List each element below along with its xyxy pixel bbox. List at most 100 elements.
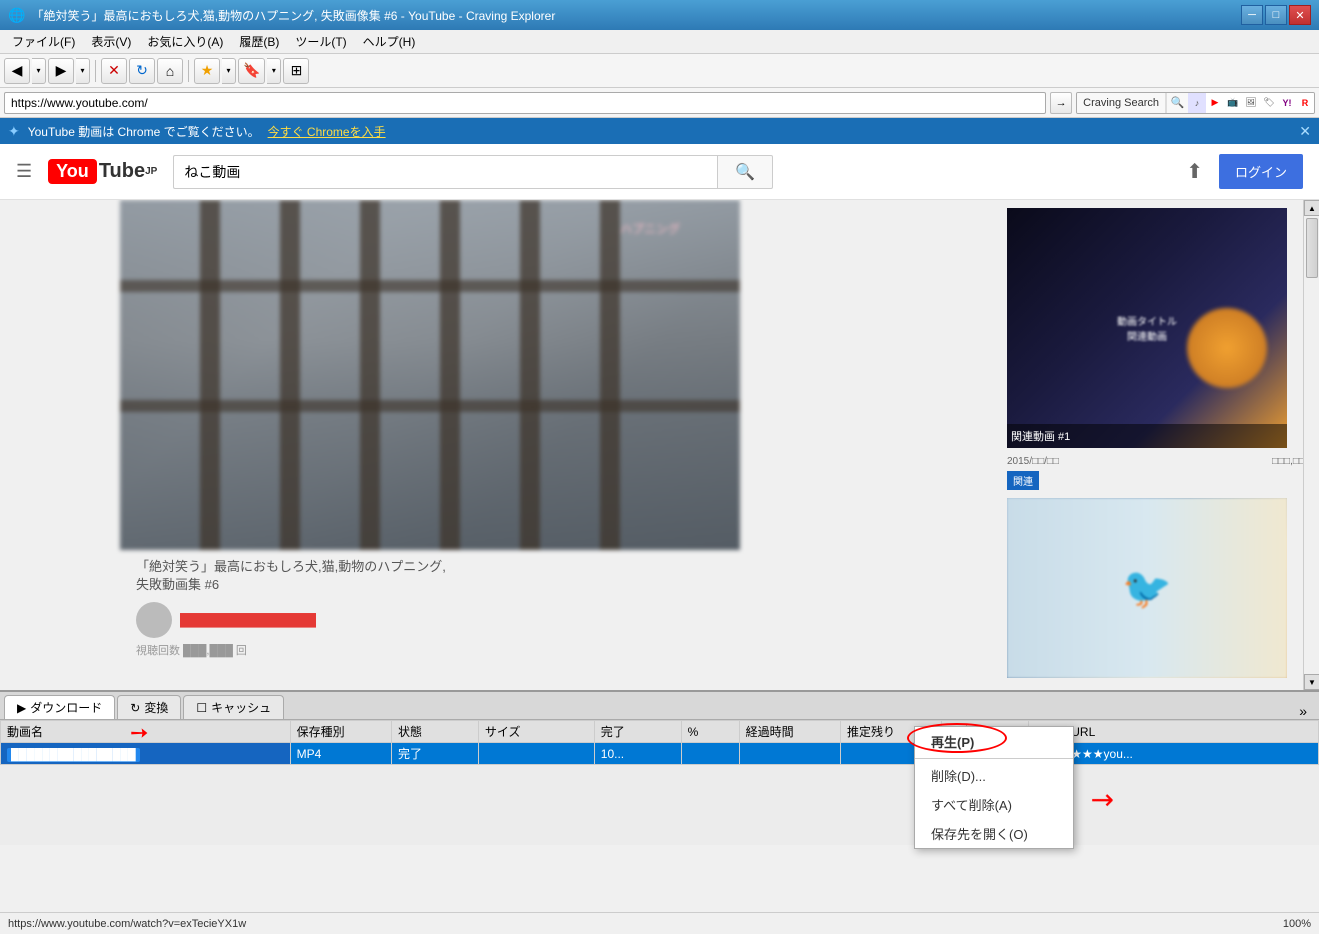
scroll-down-arrow[interactable]: ▼ [1304,674,1319,690]
close-button[interactable]: ✕ [1289,5,1311,25]
video-overlay-text: ハプニング [620,220,680,237]
menu-favorites[interactable]: お気に入り(A) [139,31,231,52]
home-button[interactable]: ⌂ [157,58,183,84]
header-row: 動画名 保存種別 状態 サイズ 完了 % 経過時間 推定残り 速度 サイトURL [1,721,1319,743]
window-title: 「絶対笑う」最高におもしろ犬,猫,動物のハプニング, 失敗画像集 #6 - Yo… [31,7,1241,24]
search-icon-tag[interactable]: 🏷 [1260,92,1278,114]
back-dropdown[interactable]: ▾ [32,58,46,84]
video-title-line2: 失敗動画集 #6 [136,576,983,594]
menu-tools[interactable]: ツール(T) [287,31,354,52]
favorites-dropdown[interactable]: ▾ [222,58,236,84]
statusbar: https://www.youtube.com/watch?v=exTecieY… [0,912,1319,934]
search-icon-magnify[interactable]: 🔍 [1166,92,1188,114]
context-menu-open-folder[interactable]: 保存先を開く(O) [915,819,1073,848]
yt-search-input[interactable] [173,155,717,189]
bookmark-button[interactable]: 🔖 [238,58,265,84]
minimize-button[interactable]: ─ [1241,5,1263,25]
menu-history[interactable]: 履歴(B) [231,31,287,52]
download-table-body: ████████████████ MP4 完了 10... https://★★… [1,743,1319,765]
search-icon-yahoo[interactable]: Y! [1278,92,1296,114]
search-icon-rakuten[interactable]: R [1296,92,1314,114]
video-stats: 視聴回数 ███,███ 回 [136,642,983,658]
context-menu-delete-all[interactable]: すべて削除(A) [915,790,1073,819]
search-icon-music[interactable]: ♪ [1188,92,1206,114]
stop-button[interactable]: ✕ [101,58,127,84]
tab-download-icon: ▶ [17,701,26,715]
addressbar: → Craving Search 🔍 ♪ ▶ 📺 🖼 🏷 Y! R [0,88,1319,118]
download-table-container: 動画名 保存種別 状態 サイズ 完了 % 経過時間 推定残り 速度 サイトURL… [0,720,1319,820]
download-row-1[interactable]: ████████████████ MP4 完了 10... https://★★… [1,743,1319,765]
tab-cache-label: キャッシュ [211,699,271,716]
favorites-button[interactable]: ★ [194,58,220,84]
menu-view[interactable]: 表示(V) [83,31,139,52]
download-table-header: 動画名 保存種別 状態 サイズ 完了 % 経過時間 推定残り 速度 サイトURL [1,721,1319,743]
context-menu-play[interactable]: 再生(P) [915,727,1073,756]
search-icon-youtube[interactable]: ▶ [1206,92,1224,114]
sidebar-thumb-2[interactable]: 🐦 [1007,498,1287,678]
video-container: ハプニング 「絶対笑う」最高におもしろ犬,猫,動物のハプニング, 失敗動画集 #… [0,200,999,666]
video-title-line1: 「絶対笑う」最高におもしろ犬,猫,動物のハプニング, [136,558,983,576]
sidebar-thumb-1[interactable]: 動画タイトル 関連動画 関連動画 #1 [1007,208,1287,448]
go-button[interactable]: → [1050,92,1072,114]
tab-cache[interactable]: ☐ キャッシュ [183,695,284,719]
yt-menu-icon[interactable]: ☰ [16,161,32,182]
scroll-up-arrow[interactable]: ▲ [1304,200,1319,216]
craving-search-label: Craving Search [1077,93,1166,113]
youtube-logo-jp: JP [145,166,157,177]
menu-help[interactable]: ヘルプ(H) [355,31,424,52]
sidebar-thumb-1-bg: 動画タイトル 関連動画 [1007,208,1287,448]
yt-upload-icon[interactable]: ⬆ [1186,159,1203,184]
row-percent [681,743,739,765]
youtube-logo-tube: Tube [99,160,145,183]
bookmark-dropdown[interactable]: ▾ [267,58,281,84]
tab-convert[interactable]: ↻ 変換 [117,695,181,719]
context-menu-delete[interactable]: 削除(D)... [915,761,1073,790]
tools-button[interactable]: ⊞ [283,58,309,84]
youtube-logo[interactable]: YouTubeJP [48,159,157,184]
refresh-button[interactable]: ↻ [129,58,155,84]
infobar-chrome-link[interactable]: 今すぐ Chromeを入手 [268,123,386,140]
back-button[interactable]: ◀ [4,58,30,84]
yt-header-right: ⬆ ログイン [1186,154,1303,189]
row-size [478,743,594,765]
row-status: 完了 [392,743,479,765]
menu-file[interactable]: ファイル(F) [4,31,83,52]
fence-bar-2 [280,200,300,550]
panel-collapse-button[interactable]: » [1291,703,1315,719]
scrollbar[interactable]: ▲ ▼ [1303,200,1319,690]
video-info: 「絶対笑う」最高におもしろ犬,猫,動物のハプニング, 失敗動画集 #6 ████… [120,550,999,666]
yt-search-button[interactable]: 🔍 [717,155,773,189]
maximize-button[interactable]: □ [1265,5,1287,25]
infobar-close-button[interactable]: ✕ [1299,123,1311,140]
address-input[interactable] [4,92,1046,114]
channel-link[interactable]: ████████████████ [180,613,316,627]
search-icon-image[interactable]: 🖼 [1242,92,1260,114]
tab-download[interactable]: ▶ ダウンロード [4,695,115,719]
search-icon-video[interactable]: 📺 [1224,92,1242,114]
sep1 [95,60,96,82]
main-content-area: ハプニング 「絶対笑う」最高におもしろ犬,猫,動物のハプニング, 失敗動画集 #… [0,200,1319,690]
youtube-logo-box: You [48,159,97,184]
toolbar: ◀ ▾ ▶ ▾ ✕ ↻ ⌂ ★ ▾ 🔖 ▾ ⊞ [0,54,1319,88]
download-section: ▶ ダウンロード ↻ 変換 ☐ キャッシュ » 動画名 保存種別 状態 サイズ … [0,690,1319,845]
menubar: ファイル(F) 表示(V) お気に入り(A) 履歴(B) ツール(T) ヘルプ(… [0,30,1319,54]
yt-signin-button[interactable]: ログイン [1219,154,1303,189]
scroll-thumb[interactable] [1306,218,1318,278]
row-name-highlight: ████████████████ [7,748,140,762]
download-table: 動画名 保存種別 状態 サイズ 完了 % 経過時間 推定残り 速度 サイトURL… [0,720,1319,765]
youtube-header: ☰ YouTubeJP 🔍 ⬆ ログイン [0,144,1319,200]
forward-button[interactable]: ▶ [48,58,74,84]
tab-cache-icon: ☐ [196,701,207,715]
sidebar-thumb-2-bg: 🐦 [1007,498,1287,678]
sidebar-date-1: 2015/□□/□□ [1007,456,1059,467]
fence-h2 [120,400,740,412]
search-area: Craving Search 🔍 ♪ ▶ 📺 🖼 🏷 Y! R [1076,92,1315,114]
context-menu-item-play-container: 再生(P) [915,727,1073,756]
fence-h1 [120,280,740,292]
forward-dropdown[interactable]: ▾ [76,58,90,84]
row-type: MP4 [290,743,391,765]
infobar-text: YouTube 動画は Chrome でご覧ください。 [28,123,260,140]
fence-bar-1 [200,200,220,550]
yt-search-box: 🔍 [173,155,773,189]
tab-convert-label: 変換 [144,699,168,716]
